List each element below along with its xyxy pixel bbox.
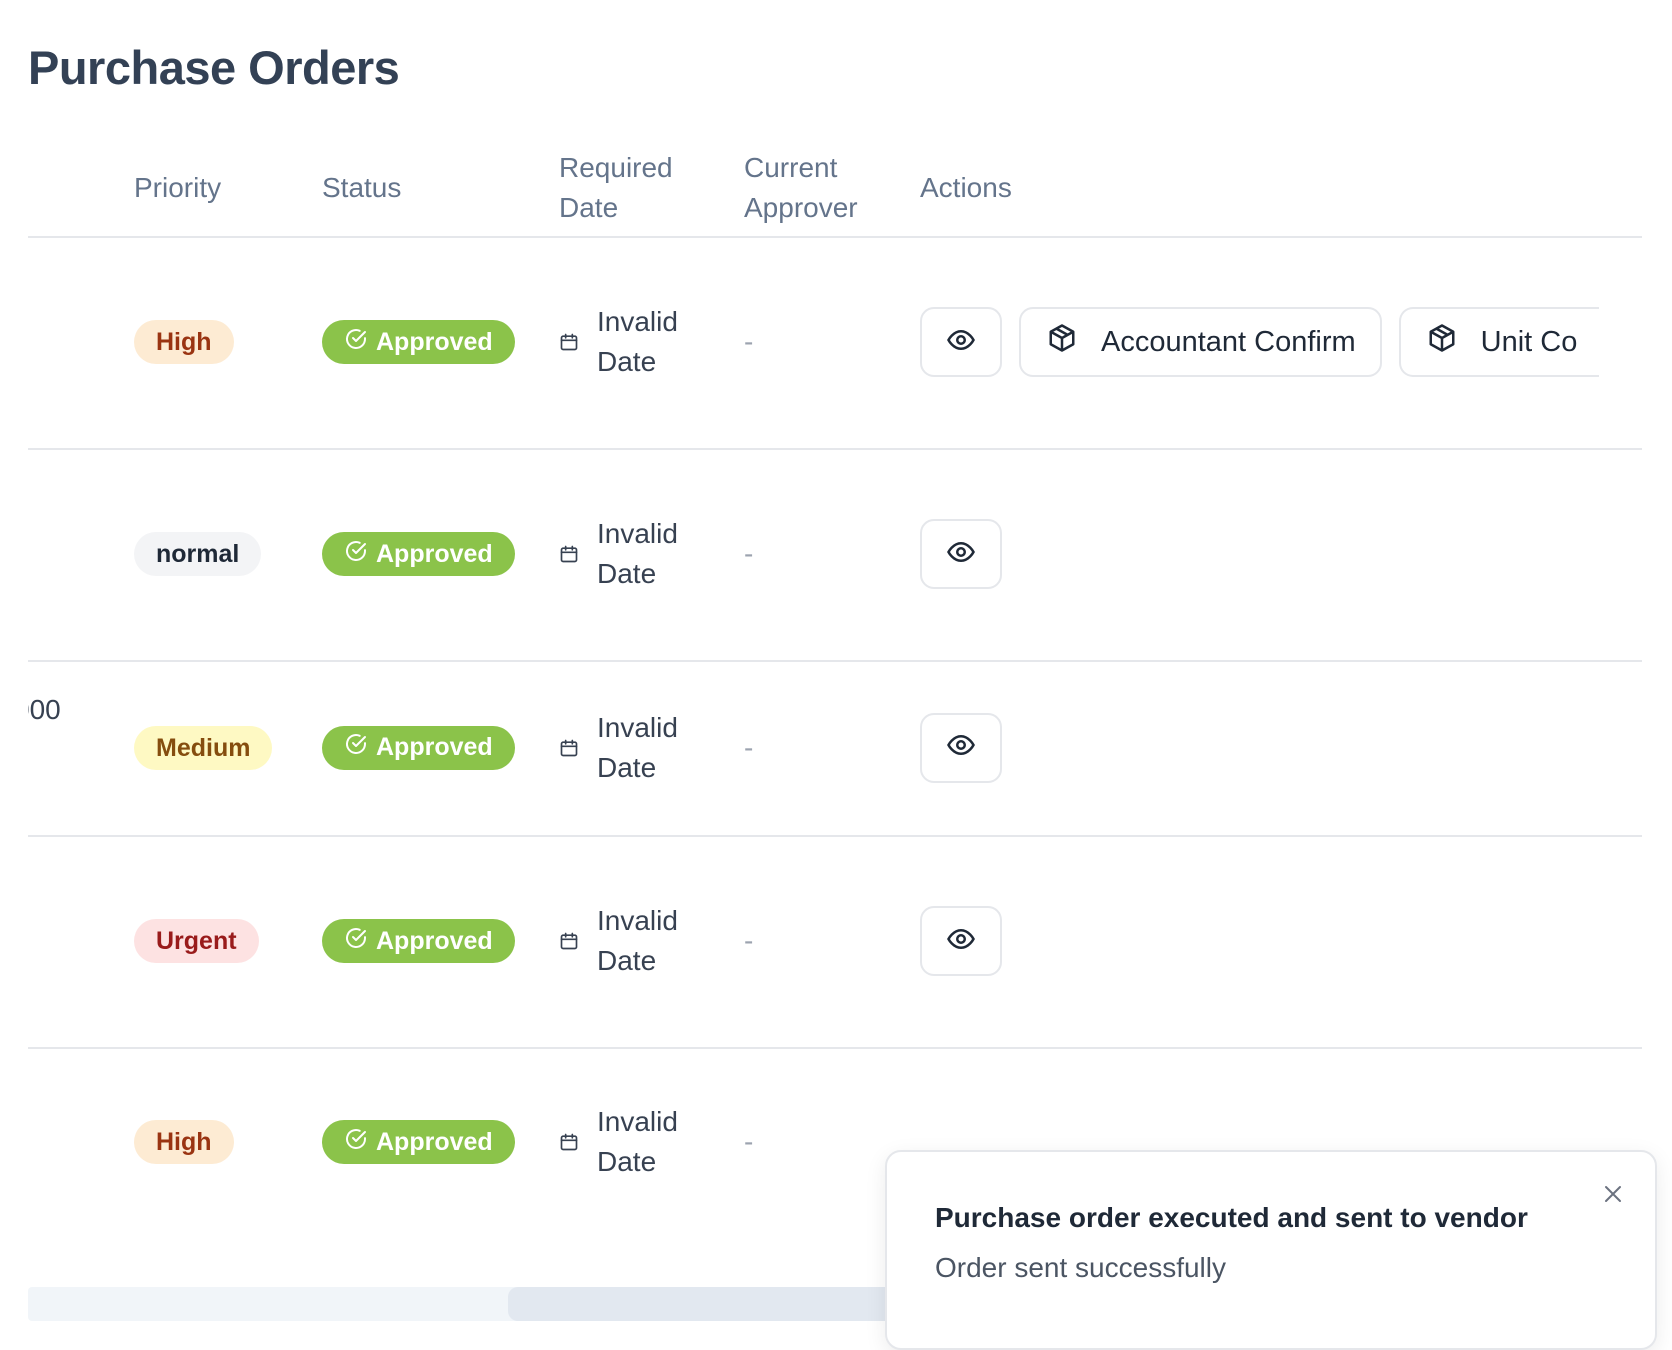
header-status[interactable]: Status xyxy=(322,140,401,236)
priority-badge: High xyxy=(134,320,234,364)
table-row: normal Approved Invalid Date - xyxy=(28,448,1642,662)
header-priority[interactable]: Priority xyxy=(134,140,221,236)
status-badge: Approved xyxy=(322,919,515,963)
purchase-orders-table: Priority Status Required Date Current Ap… xyxy=(28,140,1642,1320)
status-badge: Approved xyxy=(322,725,515,770)
header-required-date[interactable]: Required Date xyxy=(559,140,689,236)
toast-title: Purchase order executed and sent to vend… xyxy=(935,1202,1528,1233)
unit-confirm-label: Unit Co xyxy=(1480,325,1578,358)
page-title: Purchase Orders xyxy=(28,41,400,94)
close-icon[interactable] xyxy=(1599,1180,1627,1208)
table-header: Priority Status Required Date Current Ap… xyxy=(28,140,1642,238)
toast-notification: Purchase order executed and sent to vend… xyxy=(885,1150,1657,1350)
accountant-confirm-button[interactable]: Accountant Confirm xyxy=(1019,307,1382,377)
view-button[interactable] xyxy=(920,712,1002,783)
check-circle-icon xyxy=(344,732,368,763)
horizontal-scrollbar[interactable] xyxy=(28,1287,908,1321)
priority-badge: Urgent xyxy=(134,919,259,963)
check-circle-icon xyxy=(344,1127,368,1158)
status-label: Approved xyxy=(376,327,493,356)
amount-cell: 000 xyxy=(28,694,61,725)
required-date: Invalid Date xyxy=(597,1106,678,1177)
priority-badge: normal xyxy=(134,532,262,576)
table-row: 000 Medium Approved Invalid Date - xyxy=(28,660,1642,837)
required-date: Invalid Date xyxy=(597,711,678,783)
eye-icon xyxy=(946,537,976,572)
eye-icon xyxy=(946,924,976,959)
status-badge: Approved xyxy=(322,320,515,364)
calendar-icon xyxy=(559,738,579,758)
accountant-confirm-label: Accountant Confirm xyxy=(1101,325,1356,358)
required-date: Invalid Date xyxy=(597,518,678,589)
status-label: Approved xyxy=(376,1127,493,1156)
check-circle-icon xyxy=(344,539,368,570)
view-button[interactable] xyxy=(920,307,1002,377)
status-badge: Approved xyxy=(322,1120,515,1164)
eye-icon xyxy=(946,730,976,765)
current-approver: - xyxy=(744,731,754,763)
scrollbar-thumb[interactable] xyxy=(508,1287,908,1321)
calendar-icon xyxy=(559,931,579,951)
view-button[interactable] xyxy=(920,906,1002,976)
calendar-icon xyxy=(559,1132,579,1152)
toast-description: Order sent successfully xyxy=(935,1252,1226,1283)
current-approver: - xyxy=(744,538,754,569)
check-circle-icon xyxy=(344,327,368,358)
table-row: High Approved Invalid Date - Accountant … xyxy=(28,236,1642,450)
status-label: Approved xyxy=(376,926,493,955)
status-badge: Approved xyxy=(322,532,515,576)
priority-badge: High xyxy=(134,1120,234,1164)
calendar-icon xyxy=(559,332,579,352)
calendar-icon xyxy=(559,544,579,564)
view-button[interactable] xyxy=(920,519,1002,589)
header-current-approver[interactable]: Current Approver xyxy=(744,140,884,236)
status-label: Approved xyxy=(376,539,493,568)
priority-badge: Medium xyxy=(134,725,273,770)
table-row: ) Urgent Approved Invalid Date - xyxy=(28,835,1642,1049)
package-icon xyxy=(1047,323,1077,361)
current-approver: - xyxy=(744,1126,754,1157)
package-icon xyxy=(1427,323,1457,361)
current-approver: - xyxy=(744,925,754,956)
required-date: Invalid Date xyxy=(597,905,678,976)
current-approver: - xyxy=(744,326,754,357)
header-actions: Actions xyxy=(920,172,1012,203)
status-label: Approved xyxy=(376,733,493,761)
check-circle-icon xyxy=(344,926,368,957)
eye-icon xyxy=(946,325,976,360)
unit-confirm-button[interactable]: Unit Co xyxy=(1398,307,1599,377)
required-date: Invalid Date xyxy=(597,306,678,377)
